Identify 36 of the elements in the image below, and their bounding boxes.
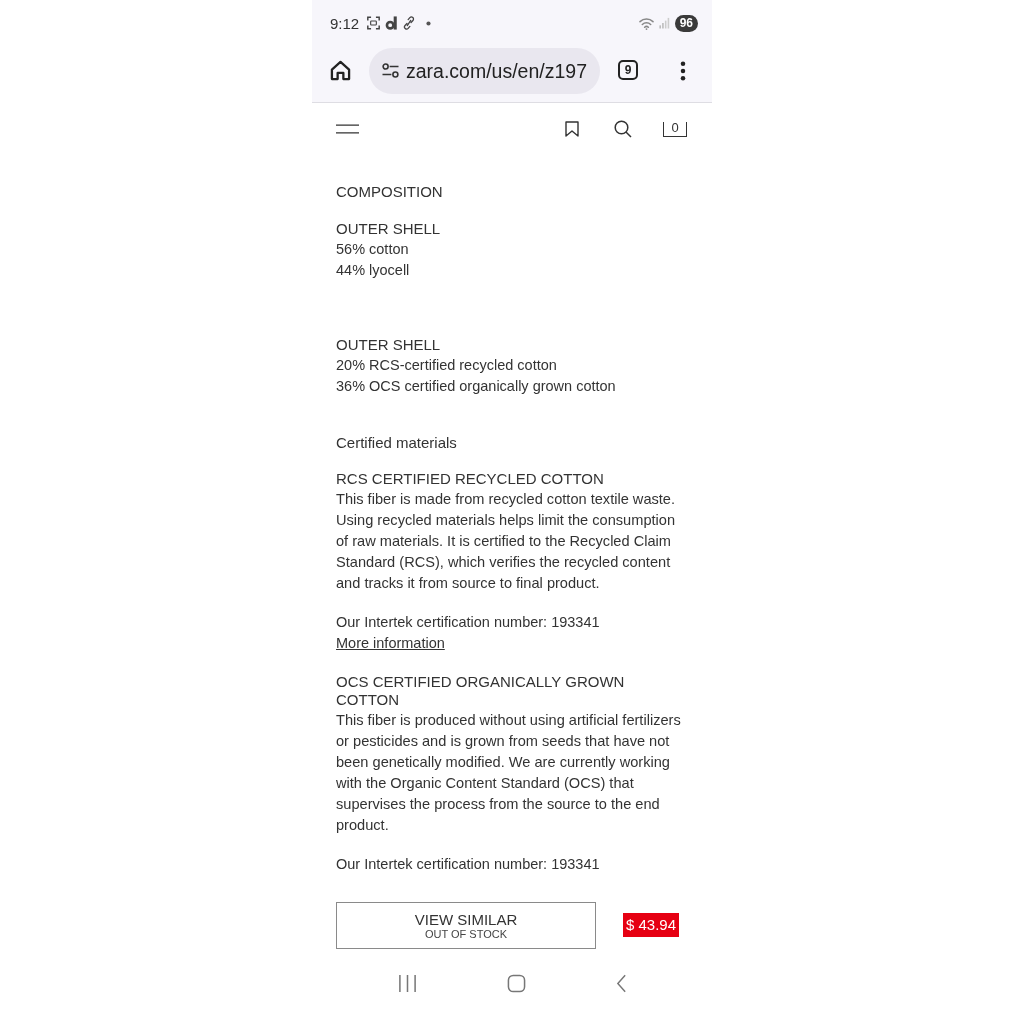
material-heading: OUTER SHELL xyxy=(336,219,442,239)
more-information-link[interactable]: More information xyxy=(336,635,445,651)
material-description: This fiber is produced without using artificial fertilizers or pesticides and is grown from seeds that have not been genetically modified. We are currently working with the Organic Content Standard (OCS) that supervises the process from the source to the end product. xyxy=(336,711,682,835)
certification-number: Our Intertek certification number: 193341 xyxy=(336,613,601,632)
status-time: 9:12 xyxy=(330,14,360,32)
back-icon[interactable] xyxy=(615,974,627,993)
material-heading: RCS CERTIFIED RECYCLED COTTON xyxy=(336,470,605,488)
material-heading: OUTER SHELL xyxy=(336,335,442,355)
wifi-icon xyxy=(638,16,654,30)
cart-button[interactable]: 0 xyxy=(663,121,687,137)
site-settings-icon[interactable] xyxy=(381,63,400,79)
composition-line: 36% OCS certified organically grown cotton xyxy=(336,377,617,396)
search-icon[interactable] xyxy=(614,120,632,138)
menu-icon[interactable] xyxy=(336,124,359,134)
material-heading: OCS CERTIFIED ORGANICALLY GROWN COTTON xyxy=(336,673,626,709)
view-similar-button[interactable]: VIEW SIMILAR OUT OF STOCK xyxy=(336,902,596,949)
more-options-icon[interactable] xyxy=(680,61,686,81)
tab-switcher-button[interactable]: 9 xyxy=(618,60,638,80)
address-bar[interactable]: zara.com/us/en/z197 xyxy=(369,48,600,94)
section-title: Certified materials xyxy=(336,433,458,453)
link-icon xyxy=(403,16,416,30)
screenshot-icon xyxy=(367,16,381,30)
material-description: This fiber is made from recycled cotton textile waste. Using recycled materials helps limit the consumption of raw materials. It is certified to the Recycled Claim Standard (RCS), which verifies the recycled content and tracks it from source to final product. xyxy=(336,490,677,593)
home-icon[interactable] xyxy=(330,60,351,81)
section-title: COMPOSITION xyxy=(336,182,444,202)
battery-indicator: 96 xyxy=(674,14,698,32)
composition-line: 20% RCS-certified recycled cotton xyxy=(336,356,558,375)
notification-icon xyxy=(385,16,399,30)
composition-line: 56% cotton xyxy=(336,240,410,259)
recent-apps-icon[interactable] xyxy=(397,974,417,993)
price-label: $ 43.94 xyxy=(623,913,680,937)
composition-line: 44% lyocell xyxy=(336,261,411,280)
bookmark-icon[interactable] xyxy=(565,121,579,137)
signal-icon xyxy=(658,17,670,29)
certification-number: Our Intertek certification number: 193341 xyxy=(336,855,601,874)
dot-icon xyxy=(426,20,432,26)
